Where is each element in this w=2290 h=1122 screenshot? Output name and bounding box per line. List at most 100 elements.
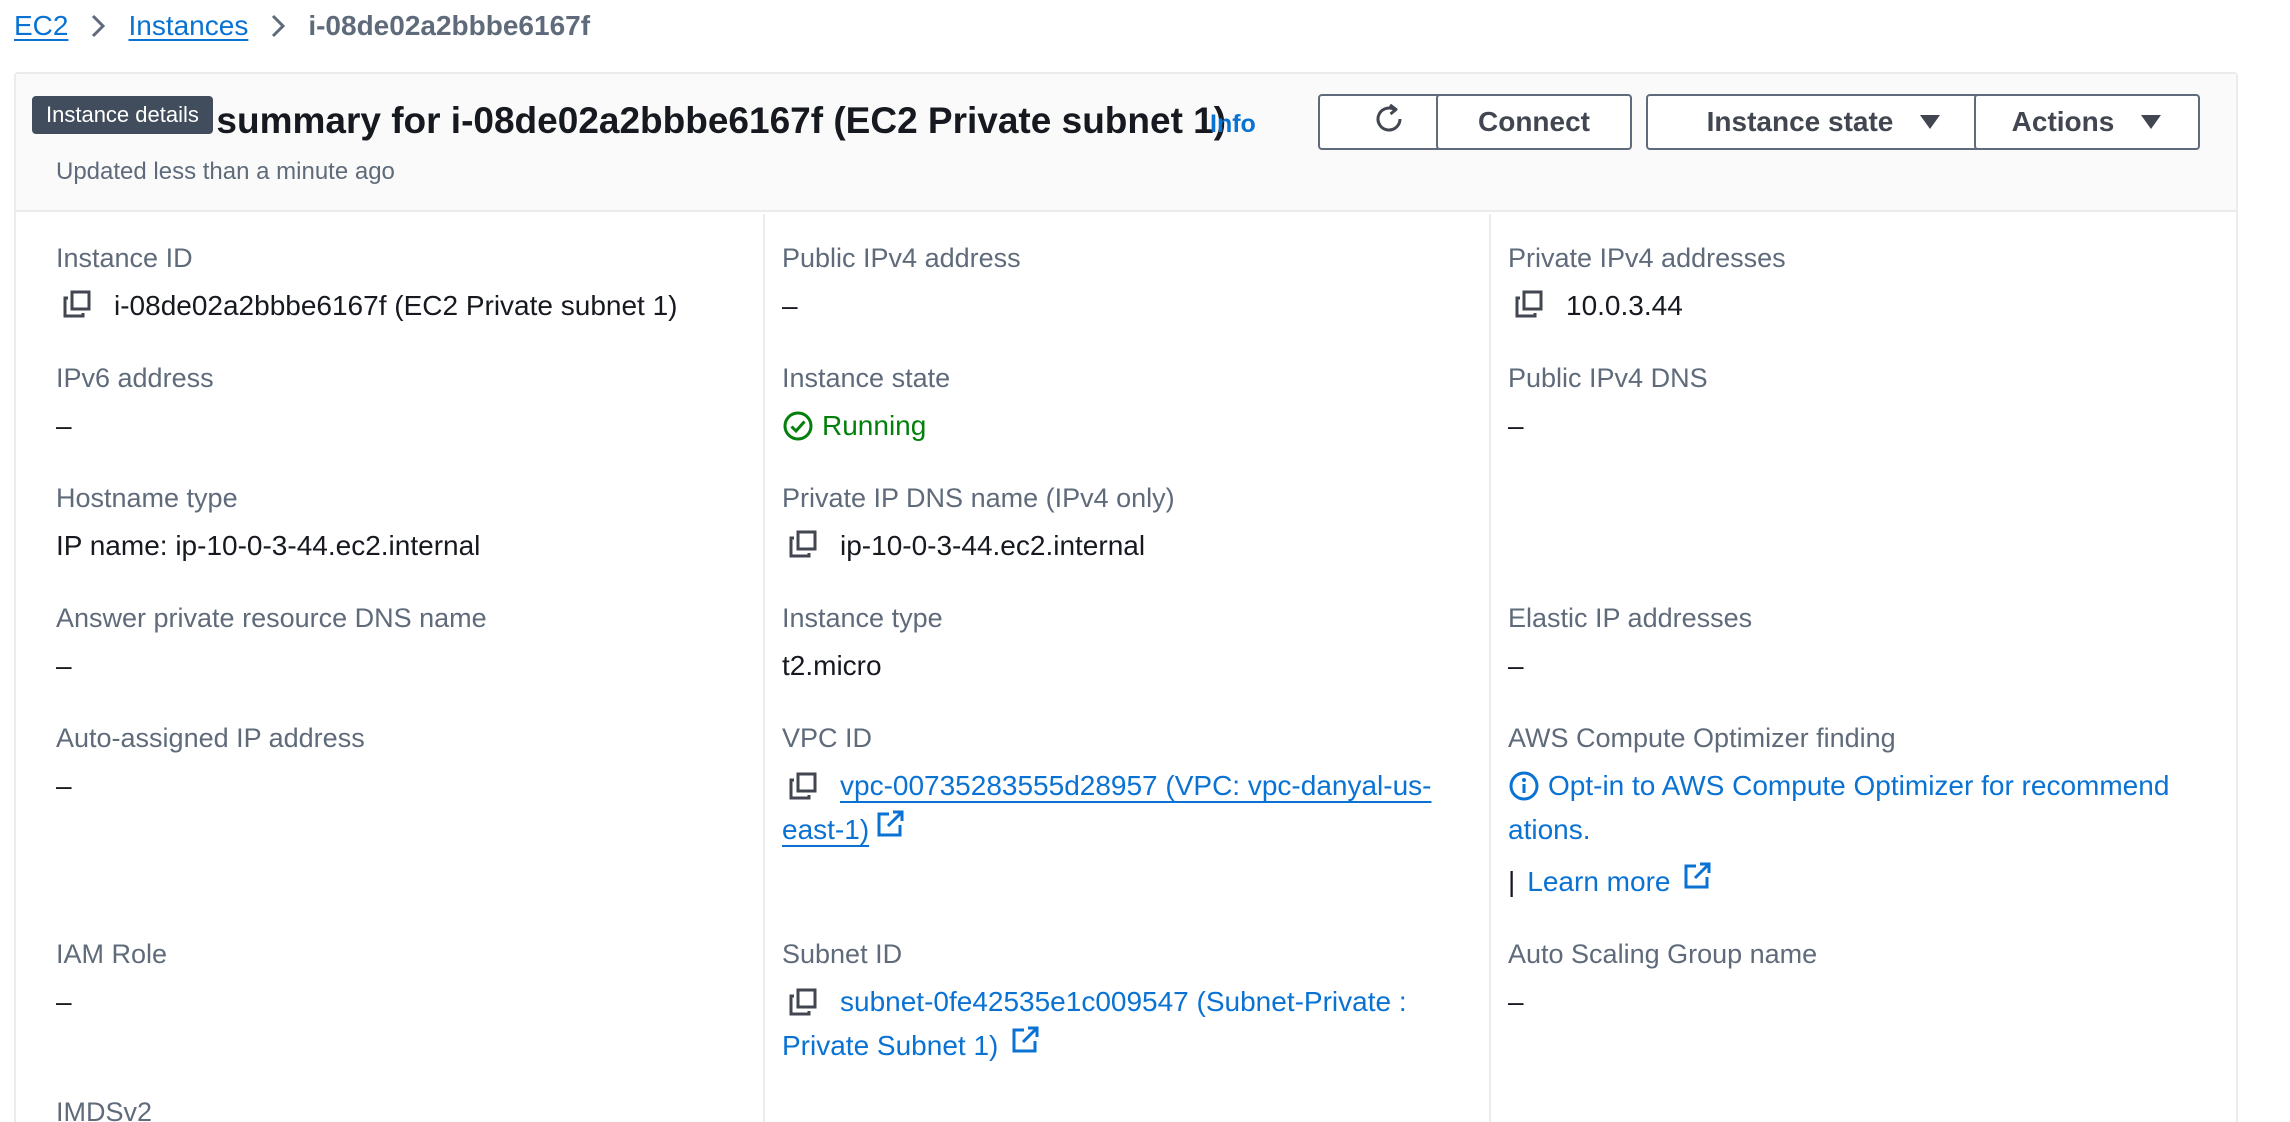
value-instance-type: t2.micro [782,650,882,681]
info-link[interactable]: Info [1210,106,1256,142]
label-iam-role: IAM Role [56,939,168,969]
vpc-line-2: east-1) [782,808,1482,852]
subnet-line-1: subnet-0fe42535e1c009547 (Subnet-Private… [782,980,1482,1024]
value-public-dns: – [1508,410,1524,441]
copy-icon[interactable] [1514,284,1548,324]
external-link-icon[interactable] [1010,1024,1040,1068]
subnet-link-continued[interactable]: Private Subnet 1) [782,1024,998,1068]
label-elastic-ip: Elastic IP addresses [1508,603,1753,633]
value-instance-id: i-08de02a2bbbe6167f (EC2 Private subnet … [114,290,678,321]
vpc-line-1: vpc-00735283555d28957 (VPC: vpc-danyal-u… [782,764,1482,808]
label-public-dns: Public IPv4 DNS [1508,363,1708,393]
learn-more-row: | Learn more [1508,860,2228,904]
value-vpc-id: vpc-00735283555d28957 (VPC: vpc-danyal-u… [782,764,1482,852]
copy-icon[interactable] [788,524,822,564]
chevron-right-icon [90,13,106,39]
column-divider [1489,214,1491,1122]
container-header: Instance summary for i-08de02a2bbbe6167f… [16,74,2236,212]
breadcrumb: EC2 Instances i-08de02a2bbbe6167f [14,8,590,44]
field-asg-name: Auto Scaling Group name – [1508,936,1817,1024]
vpc-link[interactable]: vpc-00735283555d28957 (VPC: vpc-danyal-u… [840,764,1432,808]
label-private-dns: Private IP DNS name (IPv4 only) [782,483,1175,513]
field-answer-dns: Answer private resource DNS name – [56,600,487,688]
value-private-ipv4: 10.0.3.44 [1566,290,1683,321]
optimizer-line-1: Opt-in to AWS Compute Optimizer for reco… [1508,764,2228,808]
label-imdsv2: IMDSv2 [56,1097,153,1122]
page: EC2 Instances i-08de02a2bbbe6167f Instan… [0,0,2290,1122]
field-ipv6: IPv6 address – [56,360,214,448]
value-row: i-08de02a2bbbe6167f (EC2 Private subnet … [56,284,678,328]
subnet-line-2: Private Subnet 1) [782,1024,1482,1068]
field-private-ipv4: Private IPv4 addresses 10.0.3.44 [1508,240,1786,328]
optimizer-line-2: ations. [1508,808,2228,852]
value-hostname-type: IP name: ip-10-0-3-44.ec2.internal [56,530,481,561]
value-instance-state: Running [822,410,927,441]
value-iam-role: – [56,986,72,1017]
separator: | [1508,866,1516,897]
tooltip: Instance details [32,96,213,134]
label-optimizer: AWS Compute Optimizer finding [1508,723,1896,753]
label-subnet-id: Subnet ID [782,939,903,969]
page-title: Instance summary for i-08de02a2bbbe6167f… [56,100,1227,141]
field-instance-type: Instance type t2.micro [782,600,943,688]
field-vpc-id: VPC ID vpc-00735283555d28957 (VPC: vpc-d… [782,720,1482,852]
caret-down-icon [2140,114,2162,130]
label-private-ipv4: Private IPv4 addresses [1508,243,1786,273]
refresh-icon [1372,102,1406,143]
field-subnet-id: Subnet ID subnet-0fe42535e1c009547 (Subn… [782,936,1482,1068]
value-optimizer: Opt-in to AWS Compute Optimizer for reco… [1508,764,2228,904]
value-elastic-ip: – [1508,650,1524,681]
field-auto-ip: Auto-assigned IP address – [56,720,365,808]
actions-button[interactable]: Actions [1974,94,2200,150]
copy-icon[interactable] [788,982,822,1022]
value-row: 10.0.3.44 [1508,284,1786,328]
label-hostname-type: Hostname type [56,483,238,513]
info-circle-icon [1508,770,1540,802]
value-auto-ip: – [56,770,72,801]
copy-icon[interactable] [62,284,96,324]
value-public-ipv4: – [782,290,798,321]
breadcrumb-current: i-08de02a2bbbe6167f [308,10,591,41]
label-instance-id: Instance ID [56,243,193,273]
learn-more-link[interactable]: Learn more [1527,860,1670,904]
copy-icon[interactable] [788,766,822,806]
label-vpc-id: VPC ID [782,723,873,753]
vpc-link-continued[interactable]: east-1) [782,808,869,852]
status-badge: Running [782,404,950,448]
value-asg-name: – [1508,986,1524,1017]
external-link-icon[interactable] [875,808,905,852]
external-link-icon[interactable] [1682,860,1712,904]
actions-label: Actions [2011,106,2115,137]
value-row: ip-10-0-3-44.ec2.internal [782,524,1175,568]
instance-state-button[interactable]: Instance state [1646,94,2002,150]
caret-down-icon [1919,114,1941,130]
subnet-link[interactable]: subnet-0fe42535e1c009547 (Subnet-Private… [840,980,1407,1024]
check-circle-icon [782,410,814,442]
optimizer-link[interactable]: Opt-in to AWS Compute Optimizer for reco… [1548,764,2169,808]
label-instance-state: Instance state [782,363,951,393]
optimizer-link-continued[interactable]: ations. [1508,814,1591,845]
instance-state-label: Instance state [1706,106,1894,137]
field-instance-state: Instance state Running [782,360,950,448]
label-asg-name: Auto Scaling Group name [1508,939,1818,969]
label-answer-dns: Answer private resource DNS name [56,603,487,633]
field-iam-role: IAM Role – [56,936,167,1024]
value-subnet-id: subnet-0fe42535e1c009547 (Subnet-Private… [782,980,1482,1068]
field-private-dns: Private IP DNS name (IPv4 only) ip-10-0-… [782,480,1175,568]
value-ipv6: – [56,410,72,441]
label-ipv6: IPv6 address [56,363,214,393]
breadcrumb-ec2[interactable]: EC2 [14,8,68,44]
field-optimizer: AWS Compute Optimizer finding Opt-in to … [1508,720,2228,904]
field-instance-id: Instance ID i-08de02a2bbbe6167f (EC2 Pri… [56,240,678,328]
updated-text: Updated less than a minute ago [56,158,395,185]
value-private-dns: ip-10-0-3-44.ec2.internal [840,530,1146,561]
field-imdsv2: IMDSv2 [56,1094,152,1122]
breadcrumb-instances[interactable]: Instances [128,8,248,44]
value-answer-dns: – [56,650,72,681]
label-auto-ip: Auto-assigned IP address [56,723,365,753]
connect-button[interactable]: Connect [1436,94,1632,150]
chevron-right-icon [270,13,286,39]
field-elastic-ip: Elastic IP addresses – [1508,600,1752,688]
field-hostname-type: Hostname type IP name: ip-10-0-3-44.ec2.… [56,480,480,568]
column-divider [763,214,765,1122]
